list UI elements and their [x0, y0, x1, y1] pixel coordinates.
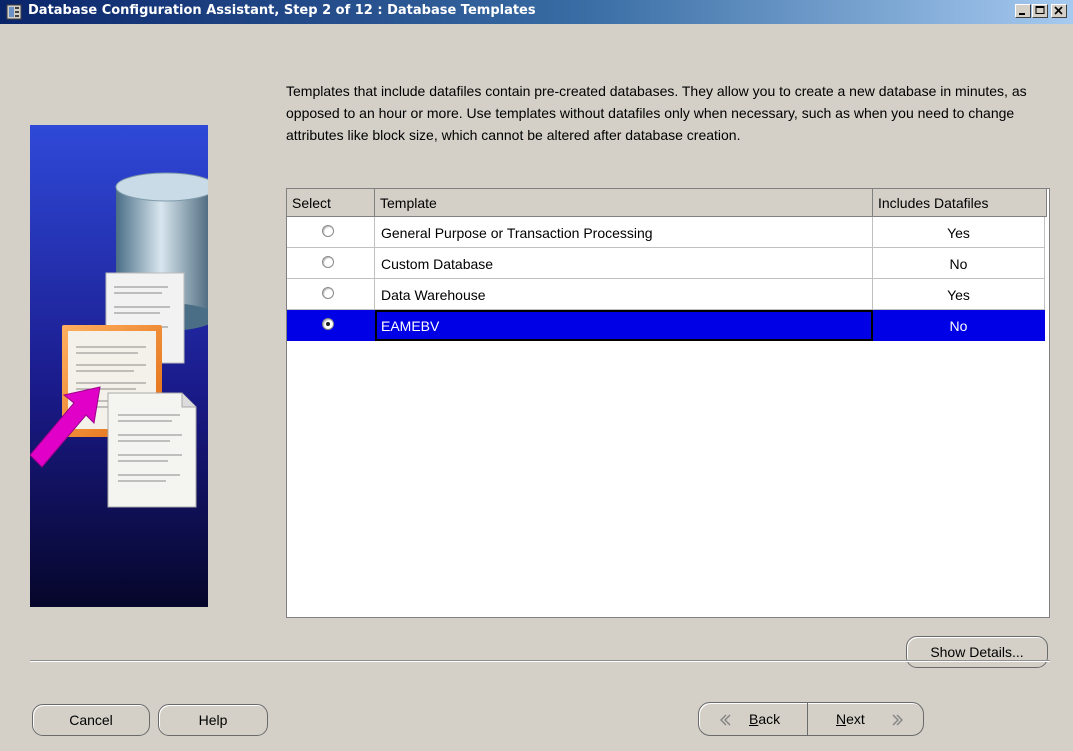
footer-separator [30, 660, 1050, 662]
select-cell[interactable] [287, 248, 375, 279]
select-cell[interactable] [287, 217, 375, 248]
back-button-label: Back [749, 711, 781, 727]
includes-datafiles-cell[interactable]: Yes [873, 217, 1045, 248]
includes-datafiles-cell[interactable]: Yes [873, 279, 1045, 310]
close-icon[interactable] [1051, 4, 1067, 18]
wizard-illustration [30, 125, 208, 607]
template-name-cell[interactable]: General Purpose or Transaction Processin… [375, 217, 873, 248]
template-name-cell[interactable]: EAMEBV [375, 310, 873, 341]
table-row[interactable]: Data Warehouse Yes [287, 279, 1045, 310]
templates-table: Select Template Includes Datafiles Gener… [286, 188, 1050, 618]
includes-datafiles-cell[interactable]: No [873, 310, 1045, 341]
document-icon [107, 392, 197, 508]
template-radio[interactable] [322, 225, 334, 237]
table-row-selected[interactable]: EAMEBV No [287, 310, 1045, 341]
next-chevron-icon [892, 714, 903, 726]
column-header-template[interactable]: Template [375, 189, 873, 217]
dbca-app-icon [6, 4, 22, 20]
table-header: Select Template Includes Datafiles [287, 189, 1049, 217]
window-title: Database Configuration Assistant, Step 2… [28, 3, 536, 18]
minimize-icon[interactable] [1015, 4, 1031, 18]
title-bar: Database Configuration Assistant, Step 2… [0, 0, 1073, 24]
show-details-button[interactable]: Show Details... [906, 636, 1048, 668]
back-chevron-icon [720, 714, 731, 726]
cancel-button[interactable]: Cancel [32, 704, 150, 736]
table-row[interactable]: General Purpose or Transaction Processin… [287, 217, 1045, 248]
template-name-cell[interactable]: Data Warehouse [375, 279, 873, 310]
column-header-includes-datafiles[interactable]: Includes Datafiles [873, 189, 1047, 217]
navigation-button-group: Back Next [698, 702, 924, 736]
template-radio[interactable] [322, 287, 334, 299]
template-radio-selected[interactable] [322, 318, 334, 330]
table-row[interactable]: Custom Database No [287, 248, 1045, 279]
help-button[interactable]: Help [158, 704, 268, 736]
select-cell[interactable] [287, 310, 375, 341]
template-name-cell[interactable]: Custom Database [375, 248, 873, 279]
template-radio[interactable] [322, 256, 334, 268]
column-header-select[interactable]: Select [287, 189, 375, 217]
select-cell[interactable] [287, 279, 375, 310]
includes-datafiles-cell[interactable]: No [873, 248, 1045, 279]
next-button-label: Next [836, 711, 865, 727]
next-button[interactable]: Next [808, 703, 923, 735]
back-button[interactable]: Back [699, 703, 807, 735]
templates-description: Templates that include datafiles contain… [286, 83, 1027, 143]
maximize-icon[interactable] [1032, 4, 1048, 18]
